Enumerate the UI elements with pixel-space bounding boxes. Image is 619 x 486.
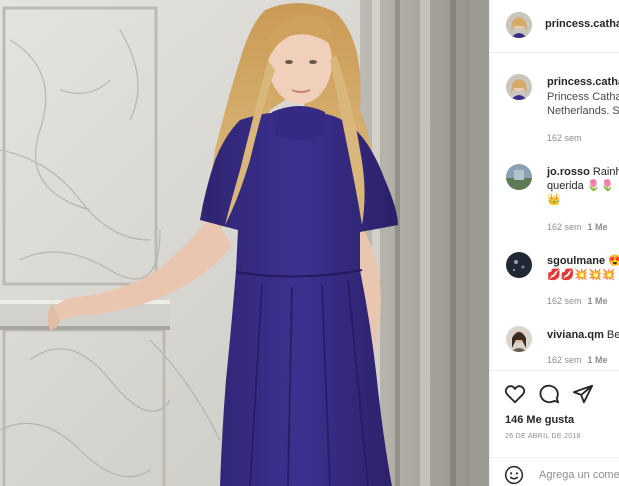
avatar-image bbox=[506, 12, 532, 38]
comment-2-line1: sgoulmane 😍 bbox=[547, 254, 619, 268]
comment-1-line1: jo.rosso Rainh bbox=[547, 165, 619, 179]
comment-2-line2: 💋💋💥💥💥 bbox=[547, 269, 616, 281]
comment-1-line3: 👑 bbox=[547, 194, 561, 206]
comment-avatar-2[interactable] bbox=[506, 252, 532, 278]
comment-3-meta: 162 sem 1 Me bbox=[547, 355, 608, 365]
avatar-image bbox=[506, 74, 532, 100]
caption-time: 162 sem bbox=[547, 133, 582, 143]
comment-3-username[interactable]: viviana.qm bbox=[547, 329, 604, 341]
comment-2-time: 162 sem bbox=[547, 296, 582, 306]
comment-3-likes[interactable]: 1 Me bbox=[588, 355, 608, 365]
share-icon[interactable] bbox=[572, 383, 594, 405]
emoji-icon[interactable] bbox=[504, 465, 524, 485]
caption-text-line1: Princess Catha bbox=[547, 91, 619, 103]
avatar-image bbox=[506, 252, 532, 278]
caption-username[interactable]: princess.catha bbox=[547, 76, 619, 88]
avatar-image bbox=[506, 326, 532, 352]
comment-1-emoji: 🌷🌷 bbox=[586, 180, 615, 192]
post-actions: 146 Me gusta 26 DE ABRIL DE 2018 Agrega … bbox=[490, 370, 619, 486]
post-date: 26 DE ABRIL DE 2018 bbox=[505, 433, 581, 440]
comment-1-meta: 162 sem 1 Me bbox=[547, 222, 608, 232]
comment-1-text: Rainh bbox=[592, 166, 619, 178]
add-comment-bar: Agrega un come bbox=[490, 457, 619, 486]
comment-1-text2: querida bbox=[547, 180, 584, 192]
comment-3-line1: viviana.qm Be bbox=[547, 328, 619, 342]
comment-icon[interactable] bbox=[538, 383, 560, 405]
likes-count[interactable]: 146 Me gusta bbox=[505, 414, 574, 426]
comment-3-time: 162 sem bbox=[547, 355, 582, 365]
add-comment-input[interactable]: Agrega un come bbox=[539, 469, 619, 481]
post-side-panel: princess.catha princess.catha Princess C… bbox=[489, 0, 619, 486]
author-avatar[interactable] bbox=[506, 12, 532, 38]
comment-3-text: Be bbox=[606, 329, 619, 341]
comment-1-time: 162 sem bbox=[547, 222, 582, 232]
comment-2-username[interactable]: sgoulmane bbox=[547, 255, 605, 267]
comment-avatar-3[interactable] bbox=[506, 326, 532, 352]
post-header: princess.catha bbox=[490, 0, 619, 53]
comment-2-meta: 162 sem 1 Me bbox=[547, 296, 608, 306]
heart-icon[interactable] bbox=[504, 383, 526, 405]
comment-1-line2: querida 🌷🌷 bbox=[547, 179, 614, 193]
author-username[interactable]: princess.catha bbox=[545, 18, 619, 30]
comment-1-likes[interactable]: 1 Me bbox=[588, 222, 608, 232]
comment-avatar-1[interactable] bbox=[506, 164, 532, 190]
comment-1-username[interactable]: jo.rosso bbox=[547, 166, 590, 178]
comment-2-text: 😍 bbox=[608, 255, 619, 267]
post-image bbox=[0, 0, 489, 486]
caption-avatar[interactable] bbox=[506, 74, 532, 100]
comment-2-likes[interactable]: 1 Me bbox=[588, 296, 608, 306]
post-photo[interactable] bbox=[0, 0, 489, 486]
caption-text-line2: Netherlands. S bbox=[547, 105, 619, 117]
avatar-image bbox=[506, 164, 532, 190]
